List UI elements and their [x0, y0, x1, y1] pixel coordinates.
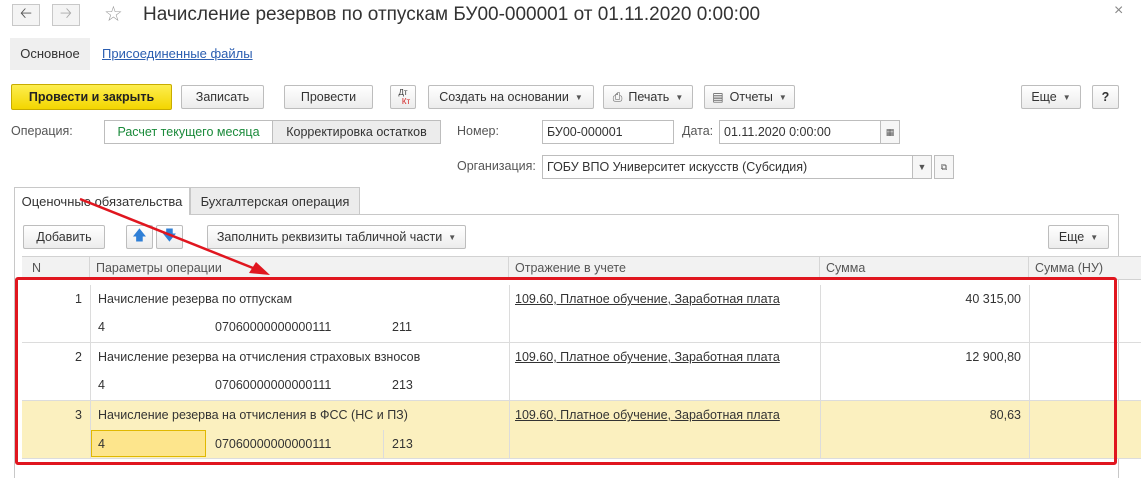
back-button[interactable]: 🡠 [12, 4, 40, 26]
column-header-sum[interactable]: Сумма [820, 257, 1029, 279]
arrow-up-icon: 🡅 [132, 227, 147, 243]
close-icon[interactable]: × [1114, 2, 1123, 20]
column-header-accounting[interactable]: Отражение в учете [509, 257, 820, 279]
column-header-n[interactable]: N [22, 257, 90, 279]
chevron-down-icon: ▼ [675, 92, 684, 102]
print-button[interactable]: ⎙ Печать ▼ [603, 85, 693, 109]
organization-field[interactable]: ГОБУ ВПО Университет искусств (Субсидия) [542, 155, 913, 179]
date-field[interactable]: 01.11.2020 0:00:00 [719, 120, 881, 144]
tab-accounting-operation[interactable]: Бухгалтерская операция [190, 187, 360, 214]
number-label: Номер: [457, 124, 499, 138]
dt-kt-icon: Дт Кт [398, 88, 411, 106]
operation-label: Операция: [11, 124, 73, 138]
table-more-button[interactable]: Еще ▼ [1048, 225, 1109, 249]
chevron-down-icon: ▼ [1062, 92, 1071, 102]
number-field[interactable]: БУ00-000001 [542, 120, 674, 144]
operation-option-current-month[interactable]: Расчет текущего месяца [104, 120, 273, 144]
chevron-down-icon: ▼ [1090, 232, 1099, 242]
section-tab-main[interactable]: Основное [10, 38, 90, 70]
column-header-parameters[interactable]: Параметры операции [90, 257, 509, 279]
printer-icon: ⎙ [612, 89, 623, 104]
post-button[interactable]: Провести [284, 85, 373, 109]
arrow-down-icon: 🡇 [162, 227, 177, 243]
arrow-right-icon: 🡢 [59, 4, 73, 22]
fill-table-details-button[interactable]: Заполнить реквизиты табличной части ▼ [207, 225, 466, 249]
chevron-down-icon[interactable]: ▼ [912, 155, 932, 179]
chevron-down-icon: ▼ [778, 92, 787, 102]
tab-estimated-liabilities[interactable]: Оценочные обязательства [14, 187, 190, 215]
calendar-icon[interactable]: ▦ [880, 120, 900, 144]
open-icon[interactable]: ⧉ [934, 155, 954, 179]
annotation-frame [15, 277, 1117, 465]
chevron-down-icon: ▼ [448, 232, 457, 242]
report-icon: ▤ [712, 90, 724, 104]
save-button[interactable]: Записать [181, 85, 264, 109]
organization-label: Организация: [457, 159, 536, 173]
add-row-button[interactable]: Добавить [23, 225, 105, 249]
section-tab-files[interactable]: Присоединенные файлы [102, 38, 253, 70]
dt-kt-button[interactable]: Дт Кт [390, 85, 416, 109]
date-label: Дата: [682, 124, 714, 138]
post-and-close-button[interactable]: Провести и закрыть [11, 84, 172, 110]
help-button[interactable]: ? [1092, 85, 1119, 109]
star-icon[interactable]: ☆ [104, 2, 123, 27]
column-header-sum-tax[interactable]: Сумма (НУ) [1029, 257, 1141, 279]
forward-button[interactable]: 🡢 [52, 4, 80, 26]
move-down-button[interactable]: 🡇 [156, 225, 183, 249]
more-button[interactable]: Еще ▼ [1021, 85, 1081, 109]
operation-option-balance-correction[interactable]: Корректировка остатков [272, 120, 441, 144]
create-based-on-button[interactable]: Создать на основании ▼ [428, 85, 594, 109]
move-up-button[interactable]: 🡅 [126, 225, 153, 249]
window-title: Начисление резервов по отпускам БУ00-000… [143, 4, 761, 25]
reports-button[interactable]: ▤ Отчеты ▼ [704, 85, 795, 109]
chevron-down-icon: ▼ [574, 92, 583, 102]
arrow-left-icon: 🡠 [19, 4, 33, 22]
